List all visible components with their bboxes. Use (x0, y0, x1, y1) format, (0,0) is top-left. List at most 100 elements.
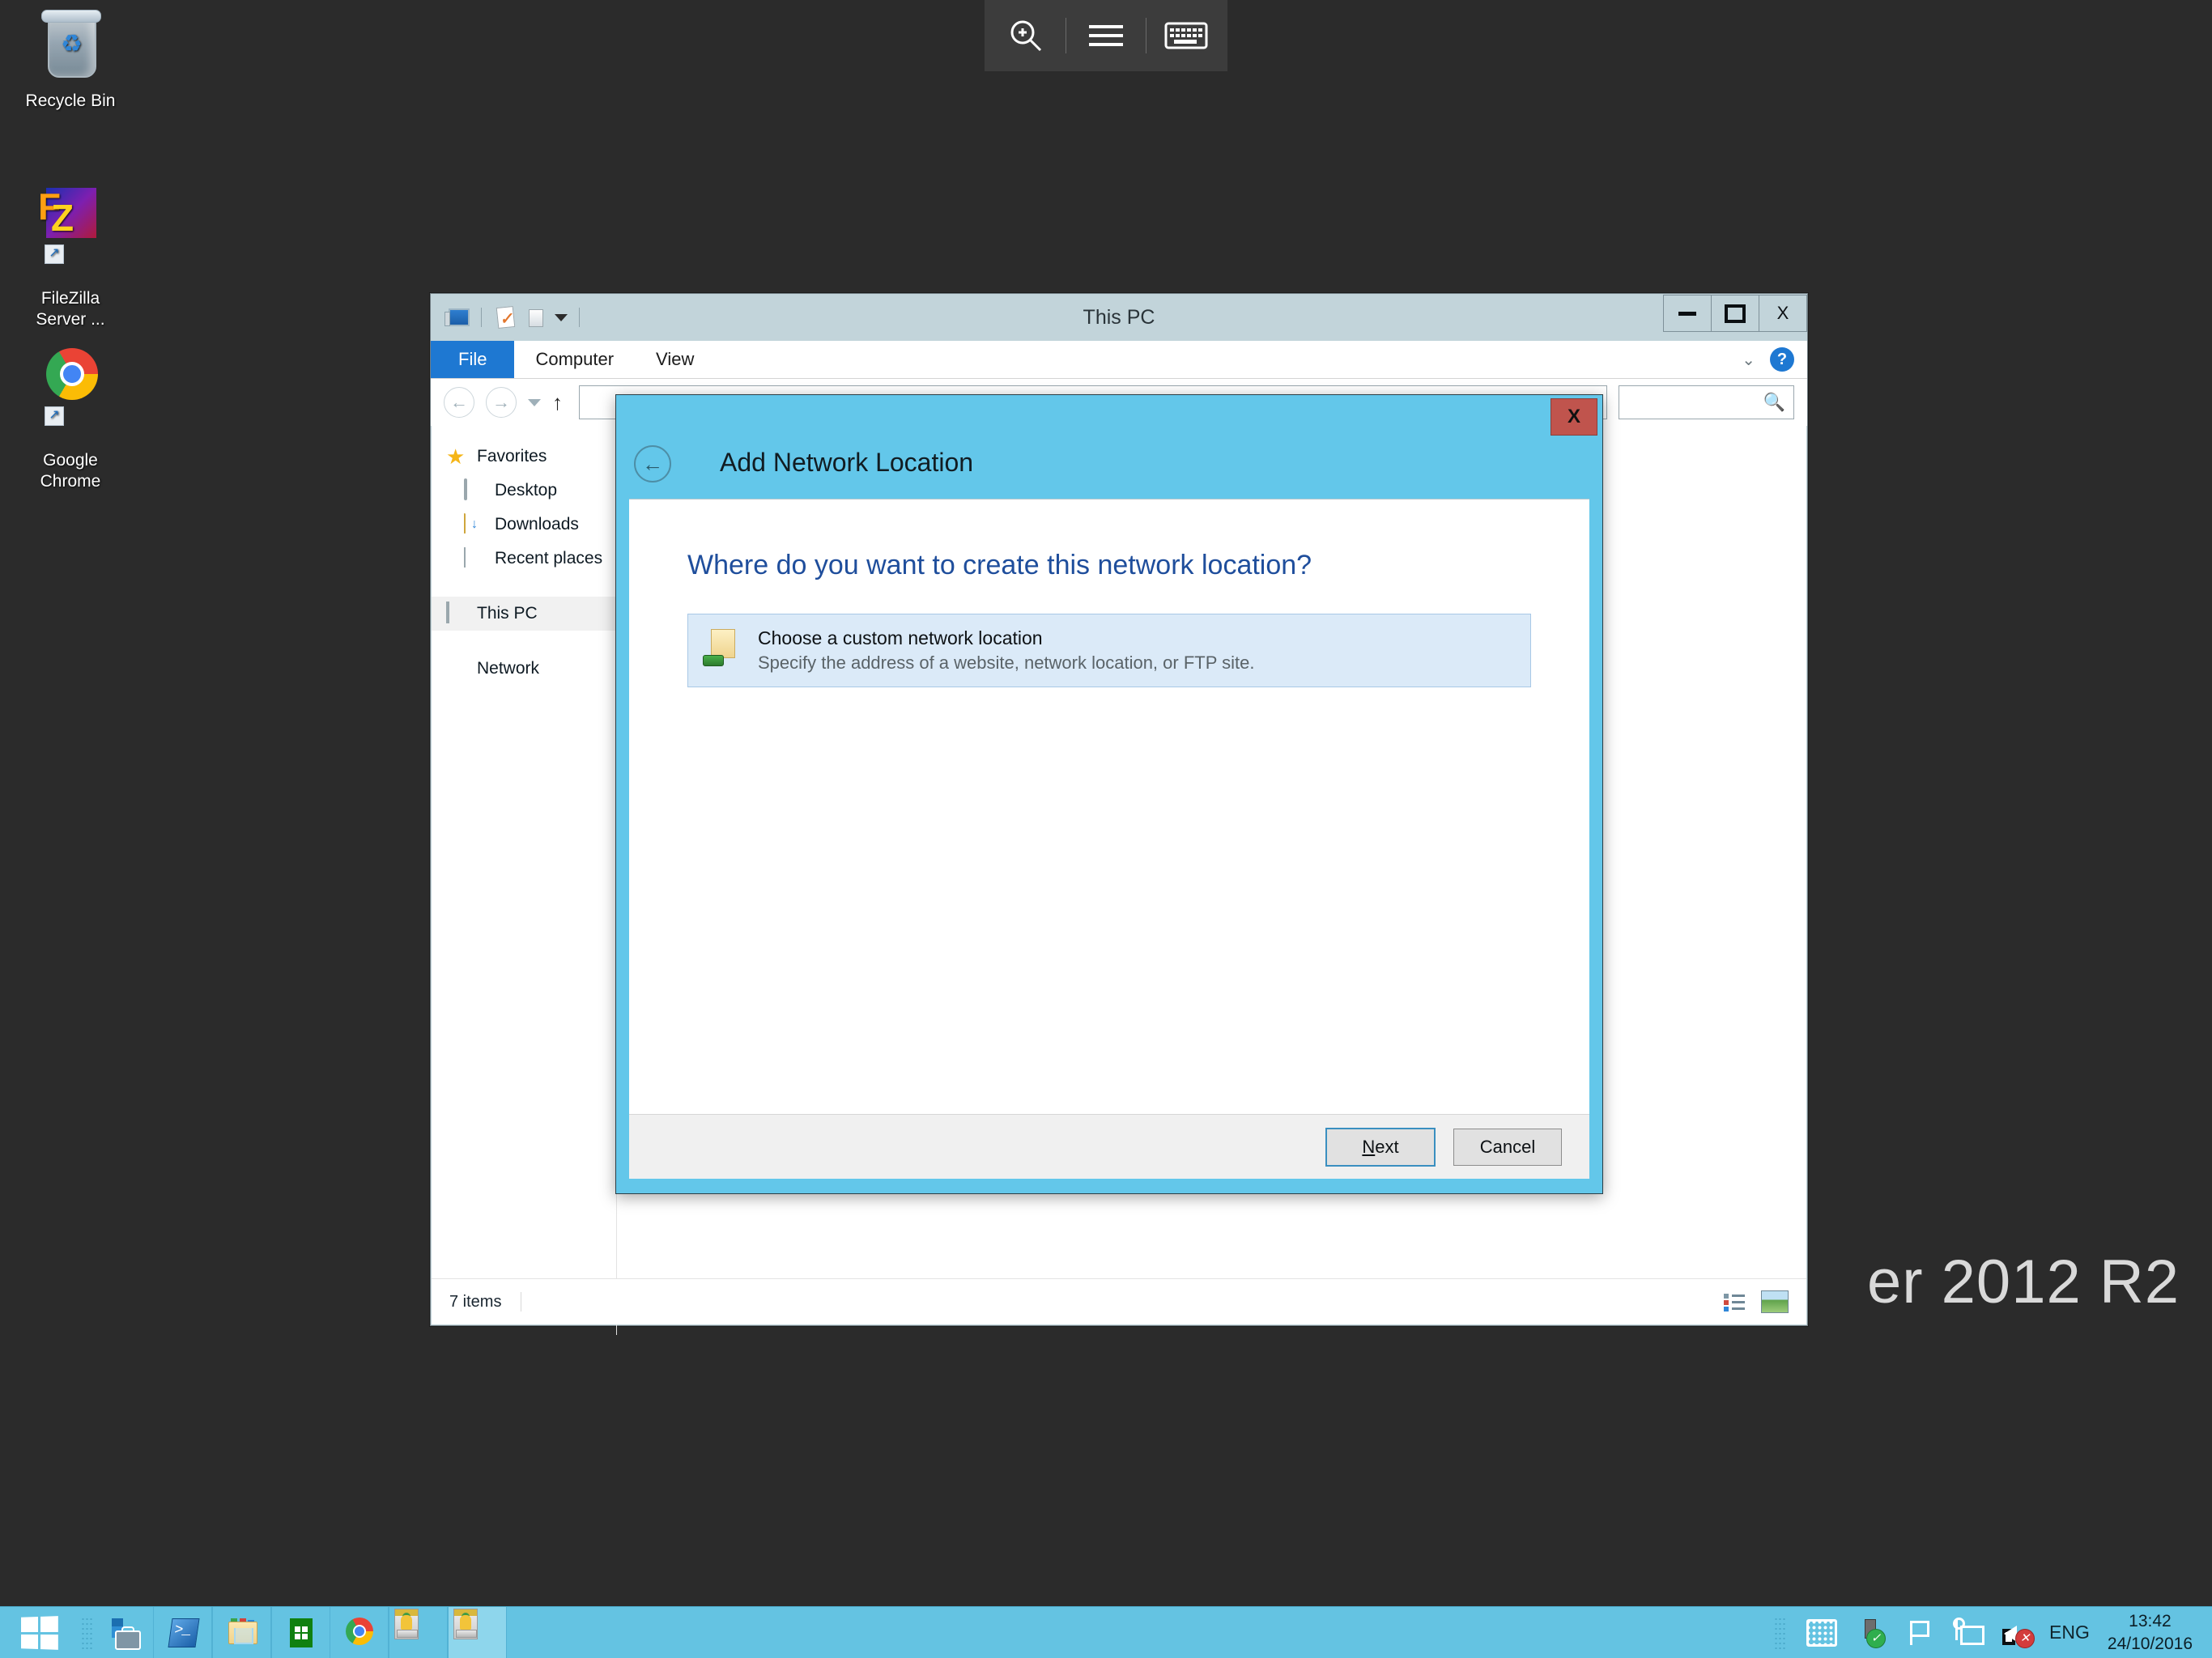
system-tray[interactable]: ✓ ✕ ENG 13:42 24/10/2016 (1771, 1607, 2212, 1658)
filezilla-server-icon (394, 1609, 419, 1639)
chevron-down-icon[interactable]: ⌄ (1742, 350, 1755, 370)
safely-remove-hardware-icon[interactable]: ✓ (1855, 1618, 1887, 1648)
large-icons-view-button[interactable] (1761, 1290, 1789, 1313)
search-input[interactable]: 🔍 (1619, 385, 1794, 419)
navigation-pane[interactable]: ★ Favorites Desktop ↓ Downloads Recent p… (432, 425, 617, 1280)
sidebar-item-network[interactable]: Network (432, 652, 616, 686)
up-button[interactable]: ↑ (552, 390, 563, 415)
recent-locations-chevron-icon[interactable] (528, 398, 541, 406)
shortcut-arrow-icon: ↗ (45, 406, 64, 426)
sidebar-item-label: Downloads (495, 515, 579, 534)
minimize-button[interactable] (1663, 295, 1711, 332)
downloads-folder-icon: ↓ (464, 513, 485, 535)
cancel-button[interactable]: Cancel (1453, 1128, 1562, 1166)
taskbar-item-google-chrome[interactable] (330, 1607, 389, 1658)
shortcut-arrow-icon: ↗ (45, 244, 64, 264)
next-button[interactable]: Next (1325, 1127, 1436, 1167)
clock-date: 24/10/2016 (2107, 1634, 2193, 1653)
recent-places-icon (464, 547, 485, 569)
start-button[interactable] (0, 1607, 78, 1658)
clock-time: 13:42 (2129, 1611, 2172, 1630)
next-label: ext (1375, 1136, 1399, 1157)
network-folder-icon (703, 629, 740, 666)
taskbar[interactable]: ✓ ✕ ENG 13:42 24/10/2016 (0, 1606, 2212, 1658)
customize-qat-chevron-icon[interactable] (555, 313, 568, 321)
qat-separator (579, 308, 580, 327)
details-view-button[interactable] (1724, 1293, 1745, 1312)
taskbar-item-server-manager[interactable] (96, 1607, 154, 1658)
this-pc-icon[interactable] (445, 305, 470, 329)
window-caption-buttons[interactable]: X (1663, 295, 1807, 332)
tray-grip[interactable] (1771, 1615, 1789, 1651)
dialog-footer: Next Cancel (629, 1114, 1589, 1179)
sidebar-item-downloads[interactable]: ↓ Downloads (432, 508, 616, 542)
language-indicator[interactable]: ENG (2049, 1622, 2090, 1643)
taskbar-item-store[interactable] (271, 1607, 330, 1658)
action-center-flag-icon[interactable] (1904, 1618, 1934, 1648)
help-icon[interactable]: ? (1770, 347, 1794, 372)
taskbar-item-powershell[interactable] (154, 1607, 212, 1658)
menu-icon[interactable] (1066, 0, 1146, 71)
dialog-close-button[interactable]: X (1551, 398, 1597, 436)
ribbon-tabs[interactable]: File Computer View ⌄ ? (431, 341, 1807, 379)
taskbar-item-filezilla-server-2[interactable] (448, 1607, 507, 1658)
chrome-icon (343, 1617, 376, 1649)
forward-button[interactable]: → (486, 387, 517, 418)
powershell-icon (167, 1617, 200, 1649)
file-explorer-icon (226, 1617, 258, 1649)
qat-separator (481, 308, 482, 327)
dialog-title-bar[interactable]: X ← Add Network Location (616, 395, 1602, 499)
taskbar-item-file-explorer[interactable] (212, 1607, 271, 1658)
next-accel: N (1362, 1136, 1376, 1157)
dialog-title: Add Network Location (720, 448, 974, 477)
desktop-icon-filezilla-server[interactable]: F Z ↗ FileZilla Server ... (10, 162, 131, 351)
maximize-button[interactable] (1711, 295, 1759, 332)
clock[interactable]: 13:42 24/10/2016 (2108, 1610, 2197, 1656)
wallpaper-watermark: er 2012 R2 (1866, 1248, 2180, 1316)
item-count-label: 7 items (449, 1292, 502, 1311)
server-manager-icon (108, 1617, 141, 1650)
star-icon: ★ (446, 444, 466, 469)
sidebar-item-this-pc[interactable]: This PC (432, 597, 616, 631)
desktop-icon-google-chrome[interactable]: ↗ Google Chrome (10, 324, 131, 513)
store-icon (285, 1617, 317, 1649)
network-icon (446, 658, 467, 679)
close-button[interactable]: X (1759, 295, 1807, 332)
sidebar-item-favorites[interactable]: ★ Favorites (432, 440, 616, 474)
dialog-content: Where do you want to create this network… (629, 499, 1589, 1114)
add-network-location-dialog[interactable]: X ← Add Network Location Where do you wa… (615, 394, 1603, 1194)
keyboard-icon[interactable] (1146, 0, 1226, 71)
filezilla-icon: F Z ↗ (33, 183, 108, 264)
option-custom-network-location[interactable]: Choose a custom network location Specify… (687, 614, 1531, 687)
quick-access-toolbar[interactable] (431, 305, 585, 329)
sidebar-item-recent-places[interactable]: Recent places (432, 542, 616, 576)
desktop-icon-recycle-bin[interactable]: ♻ Recycle Bin (10, 6, 131, 112)
tab-view[interactable]: View (635, 341, 715, 378)
open-folder-icon[interactable] (524, 305, 548, 329)
properties-icon[interactable] (493, 305, 517, 329)
recycle-bin-icon: ♻ (33, 6, 108, 86)
volume-muted-icon[interactable]: ✕ (2001, 1618, 2035, 1648)
option-subtitle: Specify the address of a website, networ… (758, 653, 1255, 674)
dialog-heading: Where do you want to create this network… (687, 550, 1312, 580)
sidebar-item-label: Network (477, 659, 540, 678)
taskbar-grip[interactable] (78, 1615, 96, 1651)
sidebar-item-desktop[interactable]: Desktop (432, 474, 616, 508)
explorer-title-bar[interactable]: This PC X (431, 294, 1807, 341)
floating-toolbar[interactable] (985, 0, 1227, 71)
dialog-back-button[interactable]: ← (634, 445, 671, 483)
zoom-in-icon[interactable] (986, 0, 1066, 71)
this-pc-icon (446, 602, 467, 624)
taskbar-item-filezilla-server-1[interactable] (389, 1607, 448, 1658)
sidebar-item-label: This PC (477, 604, 538, 623)
network-icon[interactable] (1952, 1617, 1985, 1648)
windows-logo-icon (21, 1615, 58, 1650)
tab-computer[interactable]: Computer (514, 341, 635, 378)
filezilla-server-icon (453, 1609, 478, 1639)
sidebar-item-label: Favorites (477, 447, 547, 466)
back-button[interactable]: ← (444, 387, 474, 418)
touch-keyboard-icon[interactable] (1806, 1618, 1838, 1648)
tab-file[interactable]: File (431, 341, 515, 378)
